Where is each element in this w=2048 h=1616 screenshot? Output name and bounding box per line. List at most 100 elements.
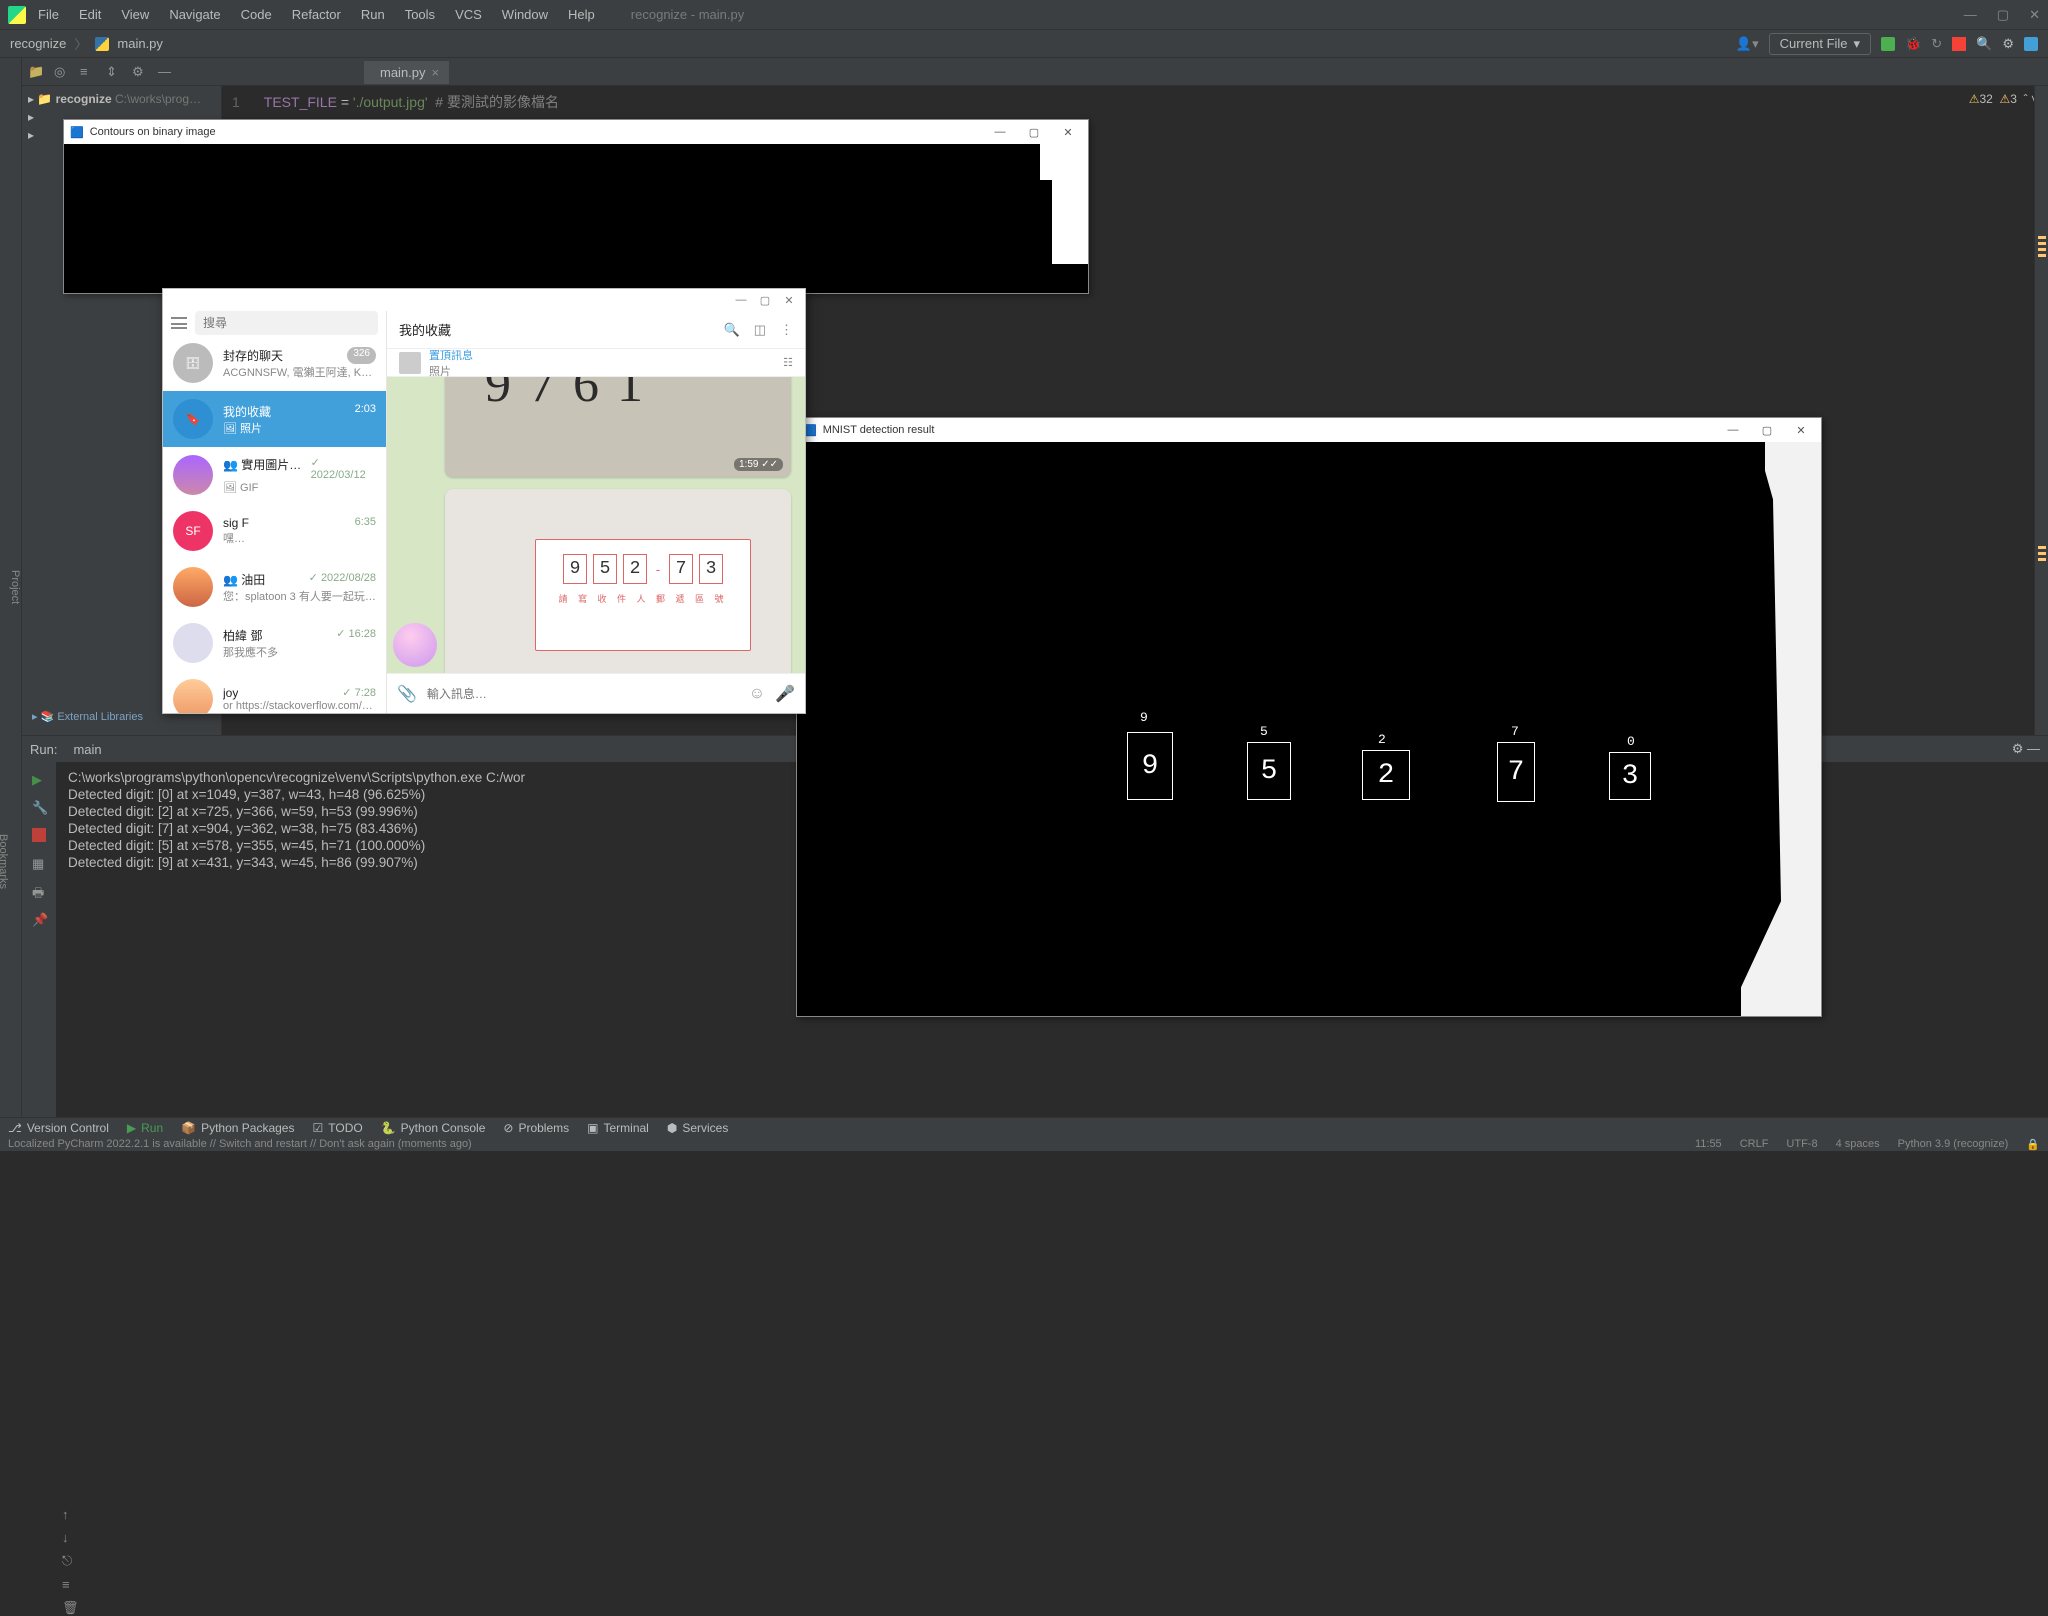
det-label: 2 — [1378, 732, 1386, 747]
det-label: 5 — [1260, 724, 1268, 739]
menu-code[interactable]: Code — [233, 3, 280, 26]
message-input[interactable] — [427, 687, 739, 701]
pin-list-icon[interactable]: ☷ — [783, 356, 793, 369]
locate-icon[interactable]: ◎ — [54, 64, 70, 80]
tool-problems[interactable]: ⊘ Problems — [503, 1121, 569, 1135]
gear-icon[interactable]: ⚙ — [132, 64, 148, 80]
emoji-icon[interactable]: ☺ — [749, 685, 765, 703]
run-config-selector[interactable]: Current File▾ — [1769, 33, 1871, 55]
tool-pyconsole[interactable]: 🐍 Python Console — [381, 1121, 486, 1135]
zip-cell: 5 — [593, 554, 617, 584]
status-interpreter[interactable]: Python 3.9 (recognize) — [1898, 1138, 2009, 1151]
menu-vcs[interactable]: VCS — [447, 3, 490, 26]
code-with-me-icon[interactable] — [2024, 37, 2038, 51]
avatar — [173, 623, 213, 663]
det-box: 9 — [1127, 732, 1173, 800]
breadcrumb-file[interactable]: main.py — [117, 36, 163, 51]
hide-icon[interactable]: — — [158, 64, 174, 80]
chat-item[interactable]: 柏緯 鄧✓ 16:28 那我應不多 — [163, 615, 386, 671]
minimize-icon[interactable]: — — [986, 126, 1014, 138]
gear-icon[interactable]: ⚙ — — [2012, 741, 2040, 757]
settings-icon[interactable]: ⚙ — [2002, 36, 2014, 52]
close-icon[interactable]: ✕ — [1054, 126, 1082, 139]
print-icon[interactable]: 🖶 — [32, 884, 46, 898]
add-user-icon[interactable]: 👤▾ — [1736, 36, 1759, 52]
rerun-icon[interactable]: ↻ — [1931, 36, 1942, 52]
debug-icon[interactable]: 🐞 — [1905, 36, 1921, 52]
messenger-window[interactable]: — ▢ ✕ 🗄 封存的聊天326 ACGNNSFW, 電獺王阿達, K… 🔖 我… — [162, 288, 806, 714]
menu-window[interactable]: Window — [494, 3, 556, 26]
message-photo[interactable]: 9 5 2 - 7 3 請 寫 收 件 人 郵 遞 區 號 — [445, 489, 791, 673]
code-editor[interactable]: 1TEST_FILE = './output.jpg' # 要測試的影像檔名 — [222, 86, 2048, 118]
avatar — [173, 679, 213, 713]
bookmarks-stripe[interactable]: Bookmarks — [0, 618, 9, 1105]
rerun-icon[interactable]: ▶ — [32, 772, 46, 786]
tool-vcs[interactable]: ⎇ Version Control — [8, 1121, 109, 1135]
chat-item-archive[interactable]: 🗄 封存的聊天326 ACGNNSFW, 電獺王阿達, K… — [163, 335, 386, 391]
pinned-message[interactable]: 置頂訊息 照片 ☷ — [387, 349, 805, 377]
stop-icon[interactable] — [32, 828, 46, 842]
sidebar-icon[interactable]: ◫ — [754, 322, 766, 338]
kebab-icon[interactable]: ⋮ — [780, 322, 793, 338]
maximize-icon[interactable]: ▢ — [753, 294, 777, 307]
close-icon[interactable]: ✕ — [777, 294, 801, 307]
menu-icon[interactable] — [171, 317, 187, 329]
message-photo[interactable]: 9761 1:59 ✓✓ — [445, 377, 791, 477]
breadcrumb-project[interactable]: recognize — [10, 36, 66, 51]
cv-contours-window[interactable]: 🟦 Contours on binary image — ▢ ✕ — [63, 119, 1089, 294]
chat-item[interactable]: joy✓ 7:28 or https://stackoverflow.com/q… — [163, 671, 386, 713]
menu-edit[interactable]: Edit — [71, 3, 109, 26]
chat-search-input[interactable] — [195, 311, 378, 335]
mic-icon[interactable]: 🎤 — [775, 684, 795, 704]
det-box: 2 — [1362, 750, 1410, 800]
minimize-icon[interactable]: — — [1719, 424, 1747, 436]
layout-icon[interactable]: ▦ — [32, 856, 46, 870]
tool-services[interactable]: ⬢ Services — [667, 1121, 729, 1135]
collapse-icon[interactable]: ⇕ — [106, 64, 122, 80]
minimize-icon[interactable]: — — [729, 294, 753, 306]
message-area[interactable]: 9761 1:59 ✓✓ 9 5 2 - 7 3 請 寫 收 件 人 郵 遞 — [387, 377, 805, 673]
lock-icon[interactable]: 🔒 — [2026, 1138, 2040, 1151]
inspection-widget[interactable]: ⚠32 ⚠3 ˆ ˅ — [1969, 92, 2038, 106]
maximize-icon[interactable]: ▢ — [1753, 424, 1781, 437]
status-indent[interactable]: 4 spaces — [1836, 1138, 1880, 1151]
tool-pypackages[interactable]: 📦 Python Packages — [181, 1121, 294, 1135]
tool-todo[interactable]: ☑ TODO — [312, 1121, 362, 1135]
os-minimize-icon[interactable]: — — [1964, 7, 1977, 23]
project-view-icon[interactable]: 📁 — [28, 64, 44, 80]
chat-item[interactable]: 👥 實用圖片暫存✓ 2022/03/12 🖼 GIF — [163, 447, 386, 503]
tip-text[interactable]: Localized PyCharm 2022.2.1 is available … — [8, 1138, 472, 1150]
maximize-icon[interactable]: ▢ — [1020, 126, 1048, 139]
os-maximize-icon[interactable]: ▢ — [1997, 7, 2009, 23]
status-encoding[interactable]: UTF-8 — [1786, 1138, 1817, 1151]
close-icon[interactable]: ✕ — [1787, 424, 1815, 437]
stop-icon[interactable] — [1952, 37, 1966, 51]
close-tab-icon[interactable]: × — [432, 65, 440, 80]
run-icon[interactable] — [1881, 37, 1895, 51]
search-icon[interactable]: 🔍 — [1976, 36, 1992, 52]
project-root[interactable]: ▸ 📁 recognize C:\works\prog… — [22, 90, 221, 108]
external-libraries[interactable]: ▸ 📚 External Libraries — [32, 710, 143, 723]
menu-refactor[interactable]: Refactor — [284, 3, 349, 26]
chat-item[interactable]: SF sig F6:35 嘿… — [163, 503, 386, 559]
menu-view[interactable]: View — [113, 3, 157, 26]
os-close-icon[interactable]: ✕ — [2029, 7, 2040, 23]
menu-navigate[interactable]: Navigate — [161, 3, 228, 26]
search-icon[interactable]: 🔍 — [724, 322, 740, 338]
tool-terminal[interactable]: ▣ Terminal — [587, 1121, 649, 1135]
wrench-icon[interactable]: 🔧 — [32, 800, 46, 814]
status-crlf[interactable]: CRLF — [1740, 1138, 1769, 1151]
tool-run[interactable]: ▶ Run — [127, 1121, 163, 1135]
expand-icon[interactable]: ≡ — [80, 64, 96, 80]
menu-run[interactable]: Run — [353, 3, 393, 26]
project-stripe[interactable]: Project — [9, 70, 21, 1105]
menu-file[interactable]: File — [30, 3, 67, 26]
pin-icon[interactable]: 📌 — [32, 912, 46, 926]
chat-item-saved[interactable]: 🔖 我的收藏2:03 🖼 照片 — [163, 391, 386, 447]
menu-tools[interactable]: Tools — [397, 3, 443, 26]
menu-help[interactable]: Help — [560, 3, 603, 26]
editor-tab-main[interactable]: main.py × — [364, 59, 449, 84]
cv-mnist-window[interactable]: 🟦 MNIST detection result — ▢ ✕ 9 9 5 5 2… — [796, 417, 1822, 1017]
attach-icon[interactable]: 📎 — [397, 684, 417, 704]
chat-item[interactable]: 👥 油田✓ 2022/08/28 您：splatoon 3 有人要一起玩… — [163, 559, 386, 615]
